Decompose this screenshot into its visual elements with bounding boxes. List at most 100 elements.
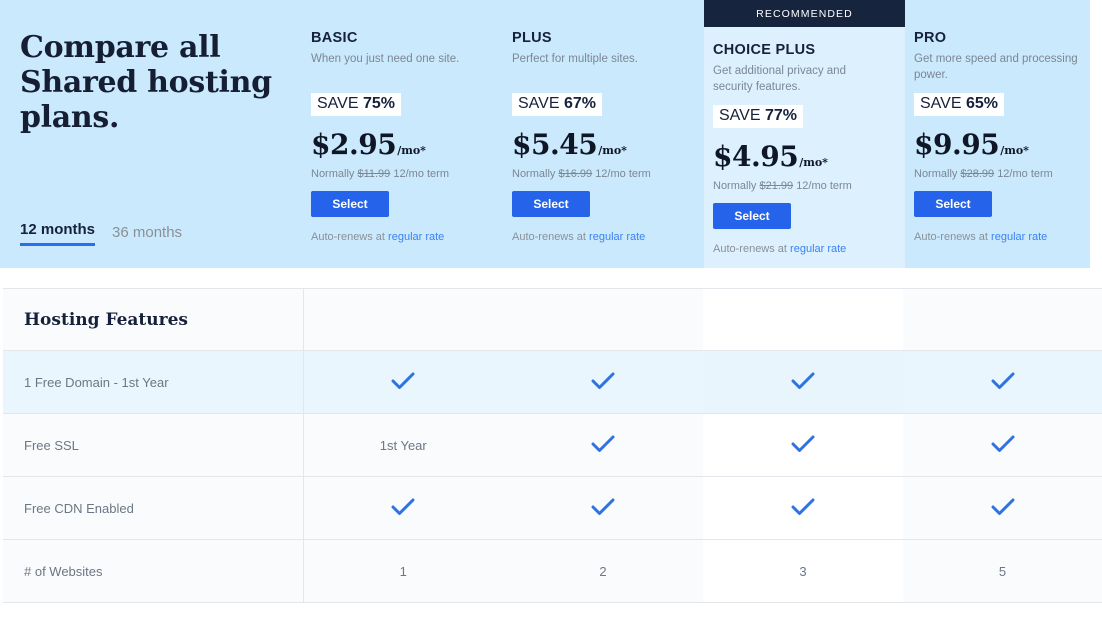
feature-cell <box>703 477 903 540</box>
autorenew-note: Auto-renews at regular rate <box>914 231 1094 243</box>
feature-cell <box>903 414 1102 477</box>
plan-card-choice-plus: RECOMMENDED CHOICE PLUS Get additional p… <box>704 0 905 268</box>
save-label: SAVE <box>317 95 359 112</box>
autorenew-prefix: Auto-renews at <box>311 231 385 243</box>
check-icon <box>990 371 1016 391</box>
feature-comparison-table: Hosting Features 1 Free Domain - 1st Yea… <box>0 288 1102 603</box>
hero-column: Compare all Shared hosting plans. 12 mon… <box>0 0 302 268</box>
price-row: $9.95 /mo* <box>914 128 1094 161</box>
plan-name: CHOICE PLUS <box>713 42 893 58</box>
feature-cell <box>703 351 903 414</box>
plan-description: Get additional privacy and security feat… <box>713 64 885 96</box>
price-amount: $4.95 <box>713 140 798 173</box>
feature-label: Free SSL <box>3 414 303 477</box>
feature-cell <box>903 351 1102 414</box>
autorenew-prefix: Auto-renews at <box>512 231 586 243</box>
price-row: $2.95 /mo* <box>311 128 491 161</box>
header-cell-plus <box>503 289 703 351</box>
normally-prefix: Normally <box>311 168 354 180</box>
price-period: /mo* <box>397 144 426 157</box>
feature-label: # of Websites <box>3 540 303 603</box>
term-length-tabs: 12 months 36 months <box>20 221 182 246</box>
plan-name: PRO <box>914 30 1094 46</box>
autorenew-prefix: Auto-renews at <box>914 231 988 243</box>
feature-cell <box>703 414 903 477</box>
check-icon <box>590 371 616 391</box>
save-value: 65% <box>966 95 998 112</box>
save-badge: SAVE 77% <box>713 105 803 128</box>
feature-cell: 3 <box>703 540 903 603</box>
plan-description: When you just need one site. <box>311 52 483 84</box>
normally-term: 12/mo term <box>796 180 852 192</box>
select-button[interactable]: Select <box>512 191 590 217</box>
tab-36-months[interactable]: 36 months <box>112 224 182 246</box>
price-period: /mo* <box>1000 144 1029 157</box>
save-value: 67% <box>564 95 596 112</box>
table-row: 1 Free Domain - 1st Year <box>3 351 1102 414</box>
check-icon <box>790 371 816 391</box>
check-icon <box>990 497 1016 517</box>
plan-card-plus: PLUS Perfect for multiple sites. SAVE 67… <box>503 0 704 268</box>
header-cell-basic <box>303 289 503 351</box>
table-row: # of Websites 1 2 3 5 <box>3 540 1102 603</box>
feature-cell: 1st Year <box>303 414 503 477</box>
normally-price-note: Normally $16.99 12/mo term <box>512 168 692 180</box>
price-period: /mo* <box>799 156 828 169</box>
price-amount: $9.95 <box>914 128 999 161</box>
table-header-row: Hosting Features <box>3 289 1102 351</box>
save-badge: SAVE 65% <box>914 93 1004 116</box>
feature-cell: 1 <box>303 540 503 603</box>
select-button[interactable]: Select <box>713 203 791 229</box>
plan-card-pro: PRO Get more speed and processing power.… <box>905 0 1102 268</box>
normally-term: 12/mo term <box>997 168 1053 180</box>
save-label: SAVE <box>719 107 761 124</box>
normally-price-note: Normally $28.99 12/mo term <box>914 168 1094 180</box>
check-icon <box>990 434 1016 454</box>
feature-label: 1 Free Domain - 1st Year <box>3 351 303 414</box>
check-icon <box>790 434 816 454</box>
regular-rate-link[interactable]: regular rate <box>991 231 1047 243</box>
table-row: Free CDN Enabled <box>3 477 1102 540</box>
tab-12-months[interactable]: 12 months <box>20 221 95 246</box>
save-value: 77% <box>765 107 797 124</box>
normally-prefix: Normally <box>914 168 957 180</box>
feature-cell <box>903 477 1102 540</box>
normally-prefix: Normally <box>713 180 756 192</box>
save-label: SAVE <box>518 95 560 112</box>
header-cell-pro <box>903 289 1102 351</box>
save-label: SAVE <box>920 95 962 112</box>
check-icon <box>390 371 416 391</box>
check-icon <box>790 497 816 517</box>
regular-rate-link[interactable]: regular rate <box>589 231 645 243</box>
save-badge: SAVE 75% <box>311 93 401 116</box>
check-icon <box>590 497 616 517</box>
feature-cell <box>503 414 703 477</box>
header-cell-choice-plus <box>703 289 903 351</box>
select-button[interactable]: Select <box>914 191 992 217</box>
normally-prefix: Normally <box>512 168 555 180</box>
normally-price-note: Normally $21.99 12/mo term <box>713 180 893 192</box>
autorenew-note: Auto-renews at regular rate <box>311 231 491 243</box>
section-title: Hosting Features <box>3 289 303 351</box>
normally-original-price: $11.99 <box>357 168 390 180</box>
page-title: Compare all Shared hosting plans. <box>20 30 282 135</box>
price-row: $4.95 /mo* <box>713 140 893 173</box>
regular-rate-link[interactable]: regular rate <box>790 243 846 255</box>
select-button[interactable]: Select <box>311 191 389 217</box>
recommended-badge: RECOMMENDED <box>704 0 905 27</box>
price-amount: $2.95 <box>311 128 396 161</box>
price-row: $5.45 /mo* <box>512 128 692 161</box>
price-amount: $5.45 <box>512 128 597 161</box>
feature-cell <box>303 477 503 540</box>
autorenew-note: Auto-renews at regular rate <box>512 231 692 243</box>
table-row: Free SSL 1st Year <box>3 414 1102 477</box>
feature-cell: 2 <box>503 540 703 603</box>
plan-description: Get more speed and processing power. <box>914 52 1086 84</box>
normally-original-price: $28.99 <box>960 168 994 180</box>
feature-label: Free CDN Enabled <box>3 477 303 540</box>
save-badge: SAVE 67% <box>512 93 602 116</box>
regular-rate-link[interactable]: regular rate <box>388 231 444 243</box>
plan-description: Perfect for multiple sites. <box>512 52 684 84</box>
normally-original-price: $16.99 <box>558 168 592 180</box>
pricing-panel: Compare all Shared hosting plans. 12 mon… <box>0 0 1090 268</box>
